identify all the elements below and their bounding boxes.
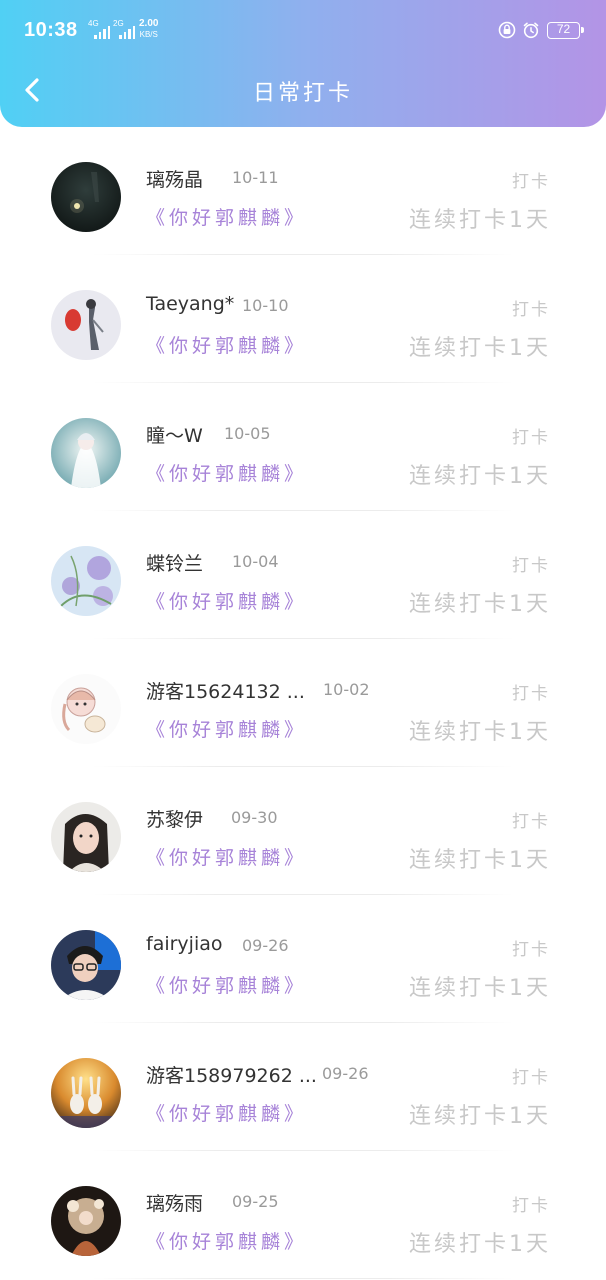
streak-label: 连续打卡1天 (409, 720, 551, 745)
user-avatar[interactable] (51, 290, 121, 360)
checkin-date: 09-26 (322, 1064, 369, 1083)
status-time: 10:38 (24, 19, 78, 41)
checkin-list-item[interactable]: 璃殇雨 09-25 《你好郭麒麟》 打卡 连续打卡1天 (0, 1151, 606, 1279)
checkin-list-item[interactable]: fairyjiao 09-26 《你好郭麒麟》 打卡 连续打卡1天 (0, 895, 606, 1023)
user-name: 蝶铃兰 (146, 553, 204, 575)
user-avatar[interactable] (51, 418, 121, 488)
streak-label: 连续打卡1天 (409, 976, 551, 1001)
checkin-label: 打卡 (512, 684, 550, 704)
checkin-list-item[interactable]: 蝶铃兰 10-04 《你好郭麒麟》 打卡 连续打卡1天 (0, 511, 606, 639)
user-avatar[interactable] (51, 802, 121, 872)
signal-4g-icon: 4G (88, 20, 110, 40)
checkin-list-item[interactable]: 璃殇晶 10-11 《你好郭麒麟》 打卡 连续打卡1天 (0, 127, 606, 255)
user-name: 游客15624132 ... (146, 681, 305, 703)
topic-link[interactable]: 《你好郭麒麟》 (146, 843, 307, 870)
user-avatar[interactable] (51, 162, 121, 232)
user-name: 璃殇晶 (146, 169, 204, 191)
checkin-label: 打卡 (512, 940, 550, 960)
checkin-date: 10-05 (224, 424, 271, 443)
user-avatar[interactable] (51, 546, 121, 616)
network-speed: 2.00 KB/S (139, 19, 158, 40)
battery-level: 72 (556, 22, 571, 36)
user-avatar[interactable] (51, 1186, 121, 1256)
user-name: 瞳～W (146, 425, 203, 447)
checkin-label: 打卡 (512, 556, 550, 576)
divider (92, 1278, 514, 1279)
topic-link[interactable]: 《你好郭麒麟》 (146, 203, 307, 230)
streak-label: 连续打卡1天 (409, 464, 551, 489)
checkin-date: 10-11 (232, 168, 279, 187)
topic-link[interactable]: 《你好郭麒麟》 (146, 459, 307, 486)
checkin-label: 打卡 (512, 1068, 550, 1088)
user-name: fairyjiao (146, 933, 223, 955)
checkin-date: 10-04 (232, 552, 279, 571)
topic-link[interactable]: 《你好郭麒麟》 (146, 971, 307, 998)
checkin-list-item[interactable]: 游客158979262 ... 09-26 《你好郭麒麟》 打卡 连续打卡1天 (0, 1023, 606, 1151)
checkin-date: 09-26 (242, 936, 289, 955)
user-avatar[interactable] (51, 930, 121, 1000)
signal-2g-icon: 2G (113, 20, 135, 40)
status-bar: 10:38 4G 2G 2.00 KB/S 72 (0, 0, 606, 62)
user-avatar[interactable] (51, 1058, 121, 1128)
checkin-label: 打卡 (512, 1196, 550, 1216)
lock-icon (498, 21, 516, 39)
checkin-date: 10-10 (242, 296, 289, 315)
topic-link[interactable]: 《你好郭麒麟》 (146, 331, 307, 358)
checkin-date: 10-02 (323, 680, 370, 699)
streak-label: 连续打卡1天 (409, 336, 551, 361)
streak-label: 连续打卡1天 (409, 208, 551, 233)
checkin-list-item[interactable]: Taeyang* 10-10 《你好郭麒麟》 打卡 连续打卡1天 (0, 255, 606, 383)
checkin-list-item[interactable]: 瞳～W 10-05 《你好郭麒麟》 打卡 连续打卡1天 (0, 383, 606, 511)
user-name: 苏黎伊 (146, 809, 204, 831)
topic-link[interactable]: 《你好郭麒麟》 (146, 587, 307, 614)
checkin-date: 09-25 (232, 1192, 279, 1211)
checkin-date: 09-30 (231, 808, 278, 827)
checkin-list-item[interactable]: 苏黎伊 09-30 《你好郭麒麟》 打卡 连续打卡1天 (0, 767, 606, 895)
user-name: 璃殇雨 (146, 1193, 204, 1215)
alarm-clock-icon (523, 22, 539, 39)
topic-link[interactable]: 《你好郭麒麟》 (146, 1227, 307, 1254)
streak-label: 连续打卡1天 (409, 1104, 551, 1129)
streak-label: 连续打卡1天 (409, 848, 551, 873)
streak-label: 连续打卡1天 (409, 1232, 551, 1257)
page-title: 日常打卡 (252, 81, 353, 106)
topic-link[interactable]: 《你好郭麒麟》 (146, 1099, 307, 1126)
checkin-label: 打卡 (512, 172, 550, 192)
speed-unit: KB/S (139, 30, 158, 39)
user-avatar[interactable] (51, 674, 121, 744)
topic-link[interactable]: 《你好郭麒麟》 (146, 715, 307, 742)
battery-indicator: 72 (547, 22, 584, 39)
user-name: 游客158979262 ... (146, 1065, 317, 1087)
checkin-list-item[interactable]: 游客15624132 ... 10-02 《你好郭麒麟》 打卡 连续打卡1天 (0, 639, 606, 767)
checkin-label: 打卡 (512, 300, 550, 320)
checkin-label: 打卡 (512, 428, 550, 448)
user-name: Taeyang* (146, 293, 235, 315)
checkin-label: 打卡 (512, 812, 550, 832)
speed-value: 2.00 (139, 18, 159, 29)
app-header: 10:38 4G 2G 2.00 KB/S 72 日常打卡 (0, 0, 606, 127)
streak-label: 连续打卡1天 (409, 592, 551, 617)
